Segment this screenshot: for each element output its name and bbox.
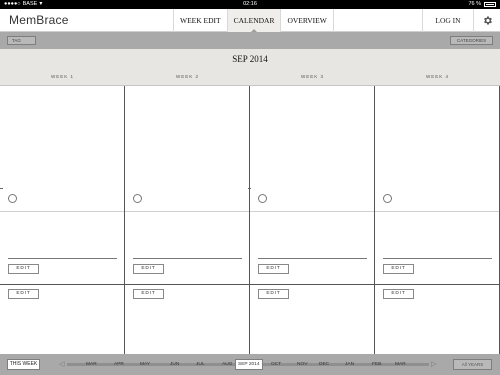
timeline-month[interactable]: DEC bbox=[319, 359, 329, 370]
week-entry-cell: EDIT bbox=[125, 212, 249, 285]
timeline-next-arrow-icon[interactable]: ▷ bbox=[431, 360, 436, 369]
tab-calendar[interactable]: CALENDAR bbox=[226, 9, 281, 33]
login-button[interactable]: LOG IN bbox=[422, 9, 474, 32]
status-circle-icon[interactable] bbox=[383, 194, 392, 203]
settings-button[interactable] bbox=[474, 9, 500, 32]
edit-button[interactable]: EDIT bbox=[258, 264, 289, 274]
status-circle-icon[interactable] bbox=[258, 194, 267, 203]
week-column-1: EDIT EDIT bbox=[0, 86, 125, 354]
week-column-2: EDIT EDIT bbox=[125, 86, 250, 354]
week-label: WEEK 2 bbox=[175, 74, 199, 79]
edit-button[interactable]: EDIT bbox=[383, 289, 414, 299]
calendar-grid: EDIT EDIT EDIT EDIT EDIT EDIT EDIT EDIT bbox=[0, 86, 500, 354]
timeline-prev-arrow-icon[interactable]: ◁ bbox=[59, 360, 64, 369]
timeline-month[interactable]: MAR bbox=[86, 359, 97, 370]
status-circle-icon[interactable] bbox=[133, 194, 142, 203]
tab-overview[interactable]: OVERVIEW bbox=[280, 9, 334, 32]
timeline-month[interactable]: JUN bbox=[170, 359, 179, 370]
categories-button[interactable]: CATEGORIES bbox=[450, 36, 493, 45]
battery-icon bbox=[484, 2, 496, 7]
status-time: 02:16 bbox=[243, 1, 257, 7]
week-note-cell: EDIT bbox=[0, 285, 124, 354]
month-header: SEP 2014 WEEK 1 WEEK 2 WEEK 3 WEEK 4 bbox=[0, 49, 500, 86]
battery-label: 76 % bbox=[468, 1, 481, 7]
week-note-cell: EDIT bbox=[250, 285, 374, 354]
timeline-month-current[interactable]: SEP 2014 bbox=[235, 359, 263, 370]
entry-underline bbox=[8, 258, 117, 259]
edge-tick bbox=[248, 188, 251, 189]
week-entry-cell: EDIT bbox=[0, 212, 124, 285]
edit-button[interactable]: EDIT bbox=[133, 264, 164, 274]
status-circle-icon[interactable] bbox=[8, 194, 17, 203]
week-label: WEEK 1 bbox=[50, 74, 74, 79]
app-logo: MemBrace bbox=[9, 13, 69, 27]
week-label: WEEK 3 bbox=[300, 74, 324, 79]
timeline-month[interactable]: MAR bbox=[395, 359, 406, 370]
timeline-month[interactable]: FEB bbox=[372, 359, 381, 370]
edit-button[interactable]: EDIT bbox=[8, 264, 39, 274]
filter-bar: TAG CATEGORIES bbox=[0, 32, 500, 49]
edit-button[interactable]: EDIT bbox=[8, 289, 39, 299]
entry-underline bbox=[258, 258, 367, 259]
main-tabs: WEEK EDIT CALENDAR OVERVIEW bbox=[173, 9, 334, 33]
timeline-month[interactable]: AUG bbox=[222, 359, 232, 370]
week-summary-cell[interactable] bbox=[250, 86, 374, 212]
week-column-3: EDIT EDIT bbox=[250, 86, 375, 354]
tab-week-edit[interactable]: WEEK EDIT bbox=[173, 9, 227, 32]
timeline-month[interactable]: APR bbox=[114, 359, 124, 370]
month-title: SEP 2014 bbox=[232, 54, 268, 64]
week-summary-cell[interactable] bbox=[375, 86, 499, 212]
week-note-cell: EDIT bbox=[125, 285, 249, 354]
entry-underline bbox=[383, 258, 492, 259]
week-note-cell: EDIT bbox=[375, 285, 499, 354]
edit-button[interactable]: EDIT bbox=[258, 289, 289, 299]
entry-underline bbox=[133, 258, 242, 259]
month-timeline: THIS WEEK ◁ MAR APR MAY JUN JUL AUG SEP … bbox=[0, 354, 500, 375]
week-entry-cell: EDIT bbox=[375, 212, 499, 285]
week-labels: WEEK 1 WEEK 2 WEEK 3 WEEK 4 bbox=[0, 74, 500, 79]
week-column-4: EDIT EDIT bbox=[375, 86, 500, 354]
gear-icon bbox=[483, 16, 492, 25]
app-header: MemBrace WEEK EDIT CALENDAR OVERVIEW LOG… bbox=[0, 9, 500, 33]
timeline-month[interactable]: NOV bbox=[297, 359, 307, 370]
tag-button[interactable]: TAG bbox=[7, 36, 36, 45]
this-week-button[interactable]: THIS WEEK bbox=[7, 359, 40, 370]
edge-tick bbox=[0, 188, 3, 189]
week-label: WEEK 4 bbox=[425, 74, 449, 79]
timeline-month[interactable]: OCT bbox=[271, 359, 281, 370]
timeline-months: MAR APR MAY JUN JUL AUG SEP 2014 OCT NOV… bbox=[72, 359, 428, 370]
week-summary-cell[interactable] bbox=[0, 86, 124, 212]
status-bar: ●●●●○ BASE ▾ 02:16 76 % bbox=[0, 0, 500, 9]
timeline-month[interactable]: JAN bbox=[345, 359, 354, 370]
timeline-month[interactable]: MAY bbox=[140, 359, 150, 370]
edit-button[interactable]: EDIT bbox=[133, 289, 164, 299]
timeline-month[interactable]: JUL bbox=[196, 359, 205, 370]
edit-button[interactable]: EDIT bbox=[383, 264, 414, 274]
all-years-button[interactable]: All YEARS bbox=[453, 359, 492, 370]
week-entry-cell: EDIT bbox=[250, 212, 374, 285]
week-summary-cell[interactable] bbox=[125, 86, 249, 212]
